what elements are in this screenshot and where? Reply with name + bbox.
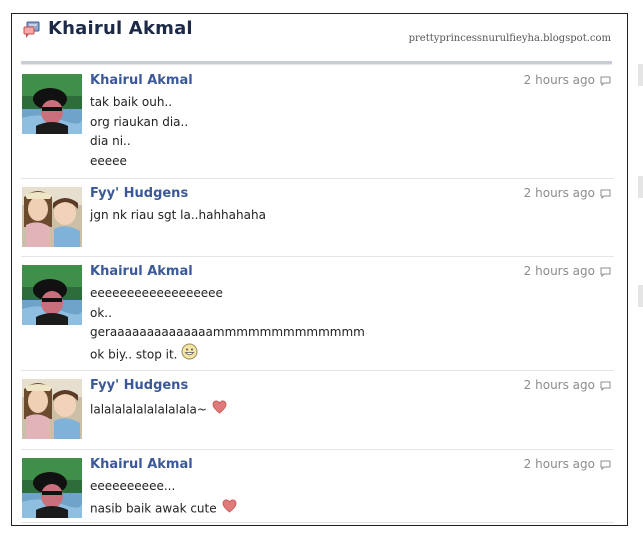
message-text: jgn nk riau sgt la..hahhahaha [90, 208, 266, 222]
chat-header: Khairul Akmal prettyprincessnurulfieyha.… [12, 14, 627, 65]
edge-mark [638, 176, 643, 198]
avatar[interactable] [22, 265, 82, 325]
timestamp: 2 hours ago [523, 378, 595, 392]
timestamp: 2 hours ago [523, 186, 595, 200]
message-line: ok.. [90, 304, 365, 324]
avatar[interactable] [22, 458, 82, 518]
message-body: lalalalalalalalalala~ [90, 398, 228, 418]
message-body: tak baik ouh.. org riaukan dia.. dia ni.. e… [90, 93, 188, 171]
message-text: lalalalalalalalalala~ [90, 402, 207, 417]
timestamp: 2 hours ago [523, 457, 595, 471]
message-line: jgn nk riau sgt la..hahhahaha [90, 206, 266, 226]
message-text: dia ni.. [90, 134, 131, 148]
chat-frame: Khairul Akmal prettyprincessnurulfieyha.… [11, 13, 628, 526]
author-name-link[interactable]: Fyy' Hudgens [90, 186, 188, 201]
message-text: ok.. [90, 305, 112, 320]
message-text: tak baik ouh.. [90, 95, 173, 109]
message-text: eeeee [90, 153, 127, 168]
message-item: Khairul Akmal 2 hours ago tak baik ouh.. or… [21, 65, 614, 179]
chat-bubbles-icon [23, 21, 40, 38]
timestamp: 2 hours ago [523, 73, 595, 87]
message-line: tak baik ouh.. [90, 93, 188, 113]
message-line: dia ni.. [90, 132, 188, 152]
timestamp: 2 hours ago [523, 264, 595, 278]
page-title: Khairul Akmal [48, 18, 193, 39]
comment-icon[interactable] [600, 267, 611, 277]
message-text: eeeeeeeeee... [90, 479, 176, 493]
message-item: Khairul Akmal 2 hours ago eeeeeeeeeeeeeeee… [21, 256, 614, 371]
message-line: geraaaaaaaaaaaaaammmmmmmmmmmmm [90, 323, 365, 343]
heart-icon [221, 497, 238, 521]
message-text: geraaaaaaaaaaaaaammmmmmmmmmmmm [90, 325, 365, 339]
message-line: nasib baik awak cute [90, 497, 238, 517]
message-body: jgn nk riau sgt la..hahhahaha [90, 206, 266, 226]
comment-icon[interactable] [600, 189, 611, 199]
avatar[interactable] [22, 379, 82, 439]
message-item: Fyy' Hudgens 2 hours ago lalalalalalalalal… [21, 370, 614, 450]
comment-icon[interactable] [600, 460, 611, 470]
comment-icon[interactable] [600, 76, 611, 86]
message-item: Khairul Akmal 2 hours ago eeeeeeeeee... nas… [21, 449, 614, 523]
message-body: eeeeeeeeee... nasib baik awak cute [90, 477, 238, 516]
message-line: eeeee [90, 152, 188, 172]
message-body: eeeeeeeeeeeeeeeeee ok.. geraaaaaaaaaaaaaam… [90, 284, 365, 362]
message-line: eeeeeeeeee... [90, 477, 238, 497]
avatar[interactable] [22, 74, 82, 134]
message-text: ok biy.. stop it. [90, 346, 178, 361]
author-name-link[interactable]: Khairul Akmal [90, 457, 193, 472]
message-line: ok biy.. stop it. [90, 343, 365, 363]
message-item: Fyy' Hudgens 2 hours ago jgn nk riau sgt l… [21, 178, 614, 257]
avatar[interactable] [22, 187, 82, 247]
message-line: org riaukan dia.. [90, 113, 188, 133]
heart-icon [211, 398, 228, 422]
comment-icon[interactable] [600, 381, 611, 391]
edge-mark [638, 64, 643, 86]
message-line: lalalalalalalalalala~ [90, 398, 228, 418]
edge-mark [638, 285, 643, 307]
author-name-link[interactable]: Khairul Akmal [90, 264, 193, 279]
message-text: org riaukan dia.. [90, 114, 189, 129]
author-name-link[interactable]: Fyy' Hudgens [90, 378, 188, 393]
message-text: nasib baik awak cute [90, 500, 217, 515]
author-name-link[interactable]: Khairul Akmal [90, 73, 193, 88]
blog-watermark: prettyprincessnurulfieyha.blogspot.com [408, 33, 611, 44]
message-line: eeeeeeeeeeeeeeeeee [90, 284, 365, 304]
smiley-icon [181, 343, 198, 367]
message-text: eeeeeeeeeeeeeeeeee [90, 286, 223, 300]
